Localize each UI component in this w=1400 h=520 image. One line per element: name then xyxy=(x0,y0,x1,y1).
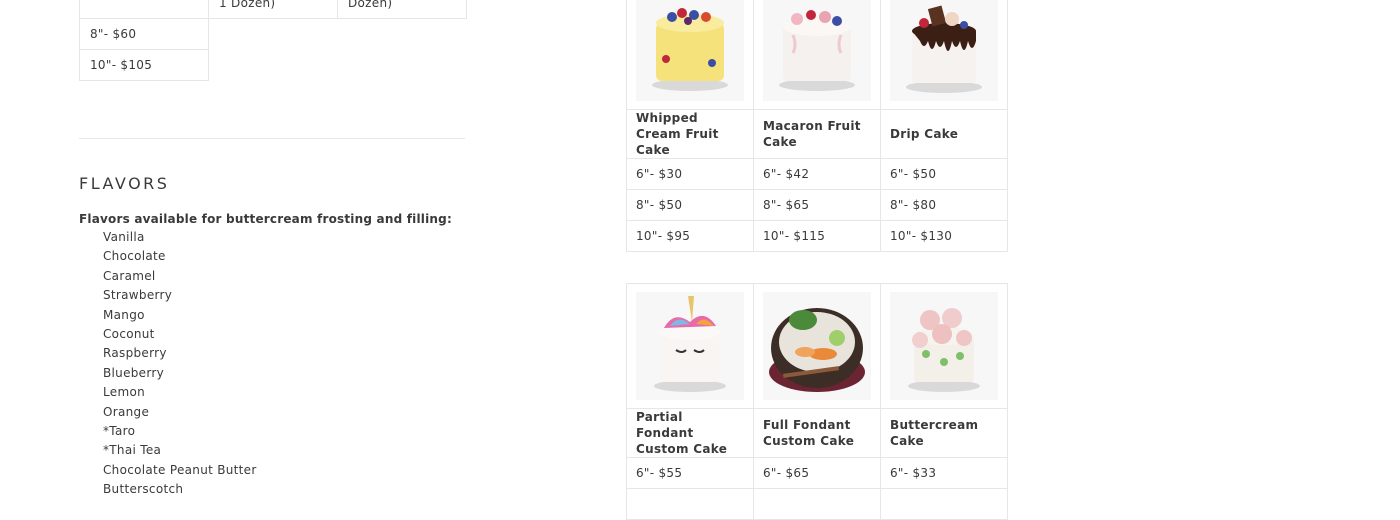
cake-image-cell xyxy=(753,0,881,110)
cake-image-cell xyxy=(880,0,1008,110)
cake-price: 6"- $55 xyxy=(626,457,754,489)
cake-image-cell xyxy=(753,283,881,409)
buttercream-cake-image xyxy=(890,292,998,400)
flavors-list: Vanilla Chocolate Caramel Strawberry Man… xyxy=(103,228,257,499)
list-item: Blueberry xyxy=(103,365,165,380)
list-item: Raspberry xyxy=(103,346,167,361)
cake-grid-top: Whipped Cream Fruit Cake Macaron Fruit C… xyxy=(626,0,1008,252)
whipped-cream-fruit-cake-image xyxy=(636,0,744,101)
cake-name: Drip Cake xyxy=(880,109,1008,159)
list-item: Vanilla xyxy=(103,230,145,244)
top-price-table: 1 Dozen) Dozen) 8"- $60 10"- $105 xyxy=(79,0,467,81)
table-row xyxy=(626,283,1008,409)
table-row xyxy=(626,0,1008,110)
cake-name: Macaron Fruit Cake xyxy=(753,109,881,159)
cake-price: 6"- $65 xyxy=(753,457,881,489)
cake-price: 6"- $50 xyxy=(880,158,1008,190)
table-row: 10"- $105 xyxy=(79,49,467,81)
cake-price: 8"- $80 xyxy=(880,189,1008,221)
cake-image-cell xyxy=(626,283,754,409)
table-row: 8"- $50 8"- $65 8"- $80 xyxy=(626,189,1008,221)
list-item: Orange xyxy=(103,404,150,419)
table-row: 10"- $95 10"- $115 10"- $130 xyxy=(626,220,1008,252)
table-row: 1 Dozen) Dozen) xyxy=(79,0,467,19)
partial-fondant-custom-cake-image xyxy=(636,292,744,400)
list-item: Butterscotch xyxy=(103,482,184,497)
list-item: Coconut xyxy=(103,326,155,341)
list-item: Mango xyxy=(103,307,145,322)
cake-name: Full Fondant Custom Cake xyxy=(753,408,881,458)
flavors-heading: FLAVORS xyxy=(79,174,170,193)
flavors-intro: Flavors available for buttercream frosti… xyxy=(79,212,452,226)
cake-image-cell xyxy=(880,283,1008,409)
table-cell xyxy=(79,0,209,19)
cake-price: 6"- $30 xyxy=(626,158,754,190)
table-cell: 10"- $105 xyxy=(79,49,209,81)
list-item: Lemon xyxy=(103,385,145,400)
cake-price: 10"- $95 xyxy=(626,220,754,252)
cake-price: 10"- $115 xyxy=(753,220,881,252)
table-row: 8"- $60 xyxy=(79,18,467,50)
table-row: 6"- $55 6"- $65 6"- $33 xyxy=(626,457,1008,489)
cake-name: Partial Fondant Custom Cake xyxy=(626,408,754,458)
cake-image-cell xyxy=(626,0,754,110)
table-row: 6"- $30 6"- $42 6"- $50 xyxy=(626,158,1008,190)
cake-price: 8"- $50 xyxy=(626,189,754,221)
list-item: Strawberry xyxy=(103,288,173,303)
table-row: Whipped Cream Fruit Cake Macaron Fruit C… xyxy=(626,109,1008,159)
list-item: Caramel xyxy=(103,268,156,283)
cake-price: 10"- $130 xyxy=(880,220,1008,252)
macaron-fruit-cake-image xyxy=(763,0,871,101)
list-item: Chocolate Peanut Butter xyxy=(103,462,257,477)
drip-cake-image xyxy=(890,0,998,101)
cake-name: Whipped Cream Fruit Cake xyxy=(626,109,754,159)
list-item: *Taro xyxy=(103,423,136,438)
list-item: *Thai Tea xyxy=(103,443,162,458)
table-row: Partial Fondant Custom Cake Full Fondant… xyxy=(626,408,1008,458)
full-fondant-custom-cake-image xyxy=(763,292,871,400)
table-row xyxy=(626,488,1008,520)
table-cell: 1 Dozen) xyxy=(208,0,338,19)
cake-price: 8"- $65 xyxy=(753,189,881,221)
section-divider xyxy=(79,138,465,139)
cake-price: 6"- $42 xyxy=(753,158,881,190)
table-cell: Dozen) xyxy=(337,0,467,19)
list-item: Chocolate xyxy=(103,249,166,264)
cake-price: 6"- $33 xyxy=(880,457,1008,489)
cake-name: Buttercream Cake xyxy=(880,408,1008,458)
table-cell: 8"- $60 xyxy=(79,18,209,50)
cake-grid-bottom: Partial Fondant Custom Cake Full Fondant… xyxy=(626,283,1008,520)
